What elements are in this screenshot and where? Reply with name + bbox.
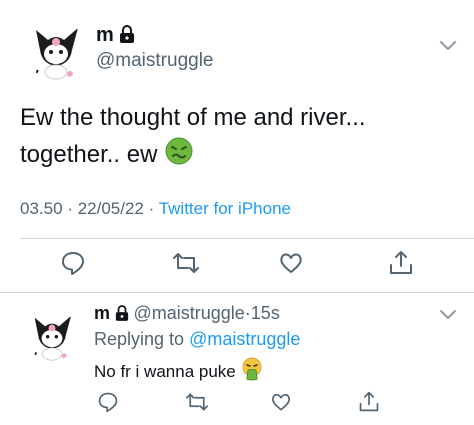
tweet-text-line1: Ew the thought of me and river... — [20, 104, 366, 131]
like-heart-icon[interactable] — [270, 391, 292, 413]
kuromi-avatar-icon — [34, 315, 72, 361]
reply-icon[interactable] — [60, 250, 86, 276]
reply-tweet-text: No fr i wanna puke — [94, 357, 264, 386]
share-icon[interactable] — [388, 249, 414, 276]
chevron-down-icon[interactable] — [439, 309, 457, 321]
nauseated-face-emoji-icon — [164, 136, 194, 177]
reply-author-name[interactable]: m — [94, 303, 110, 323]
kuromi-avatar-icon — [35, 28, 78, 80]
replying-to-handle-link[interactable]: @maistruggle — [189, 329, 300, 349]
like-heart-icon[interactable] — [278, 250, 304, 276]
tweet-time[interactable]: 03.50 — [20, 199, 63, 218]
retweet-icon[interactable] — [172, 250, 200, 276]
share-icon[interactable] — [358, 390, 380, 413]
reply-author-avatar[interactable] — [26, 309, 78, 361]
divider — [0, 292, 474, 293]
replying-to: Replying to @maistruggle — [94, 329, 301, 349]
divider — [20, 238, 474, 239]
lock-icon — [115, 305, 129, 326]
reply-timestamp[interactable]: 15s — [251, 303, 280, 323]
reply-icon[interactable] — [97, 391, 119, 413]
author-handle[interactable]: @maistruggle — [96, 50, 214, 72]
tweet-date[interactable]: 22/05/22 — [78, 199, 144, 218]
author-avatar[interactable] — [26, 20, 86, 80]
chevron-down-icon[interactable] — [439, 40, 457, 52]
tweet-text: Ew the thought of me and river... togeth… — [20, 99, 460, 177]
reply-author-handle[interactable]: @maistruggle — [133, 303, 244, 323]
author-name[interactable]: m — [96, 24, 135, 49]
lock-icon — [119, 25, 135, 49]
tweet-source-link[interactable]: Twitter for iPhone — [159, 199, 291, 218]
tweet-metadata: 03.50 · 22/05/22 · Twitter for iPhone — [20, 199, 291, 218]
vomiting-face-emoji-icon — [240, 357, 264, 386]
tweet-text-line2: together.. ew — [20, 136, 460, 177]
reply-header: m @maistruggle·15s — [94, 303, 280, 326]
retweet-icon[interactable] — [185, 391, 209, 413]
